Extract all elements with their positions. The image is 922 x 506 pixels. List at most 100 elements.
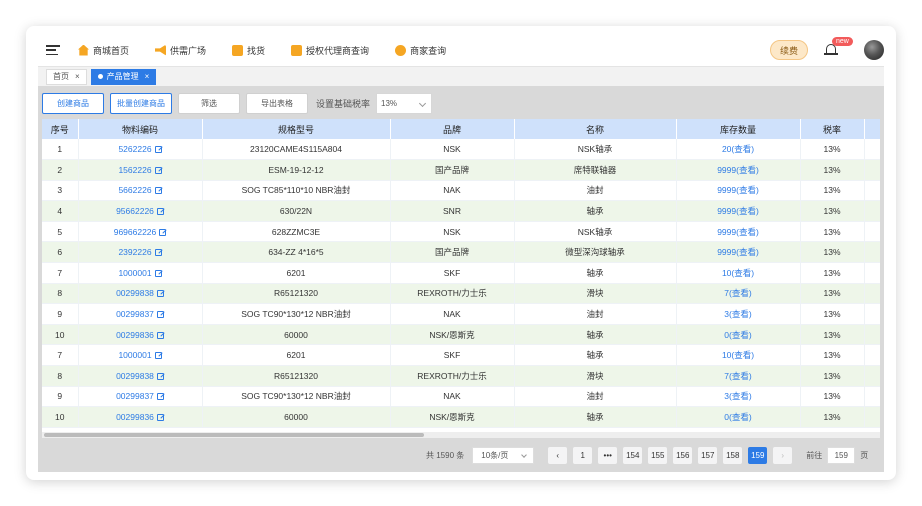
cell-spacer — [864, 221, 880, 243]
table-row[interactable]: 2 1562226 ESM-19-12-12 国产品牌 席特联轴器 9999(查看) 13% — [42, 159, 880, 181]
cell-material-code[interactable]: 1000001 — [78, 262, 203, 284]
edit-icon[interactable] — [156, 372, 164, 380]
cell-material-code[interactable]: 95662226 — [78, 200, 203, 222]
cell-stock[interactable]: 9999(查看) — [676, 241, 801, 264]
column-header[interactable]: 库存数量 — [676, 119, 801, 139]
cell-material-code[interactable]: 00299838 — [78, 283, 203, 305]
table-row[interactable]: 3 5662226 SOG TC85*110*10 NBR油封 NAK 油封 9999(查… — [42, 180, 880, 202]
cell-material-code[interactable]: 00299836 — [78, 324, 203, 346]
nav-item-find-goods[interactable]: 找货 — [232, 44, 265, 57]
edit-icon[interactable] — [154, 352, 162, 360]
tax-rate-select[interactable]: 13% — [376, 92, 433, 114]
cell-material-code[interactable]: 00299837 — [78, 303, 203, 325]
cell-stock[interactable]: 9999(查看) — [676, 221, 801, 243]
cell-stock[interactable]: 7(查看) — [676, 365, 801, 387]
table-row[interactable]: 9 00299837 SOG TC90*130*12 NBR油封 NAK 油封 3(查看)… — [42, 303, 880, 325]
close-icon[interactable]: × — [75, 72, 80, 81]
cell-stock[interactable]: 9999(查看) — [676, 200, 801, 222]
page-button-current[interactable]: 159 — [748, 446, 768, 464]
cell-stock[interactable]: 9999(查看) — [676, 159, 801, 181]
edit-icon[interactable] — [154, 249, 162, 257]
table-row[interactable]: 4 95662226 630/22N SNR 轴承 9999(查看) 13% — [42, 200, 880, 222]
cell-stock[interactable]: 10(查看) — [676, 344, 801, 367]
table-row[interactable]: 5 969662226 628ZZMC3E NSK NSK轴承 9999(查看) 13% — [42, 221, 880, 243]
cell-brand: 国产品牌 — [390, 159, 515, 181]
avatar[interactable] — [864, 40, 884, 60]
nav-item-mall-home[interactable]: 商城首页 — [78, 44, 129, 57]
tab-home[interactable]: 首页 × — [46, 68, 87, 85]
cell-stock[interactable]: 3(查看) — [676, 386, 801, 408]
cell-material-code[interactable]: 00299838 — [78, 365, 203, 387]
edit-icon[interactable] — [156, 393, 164, 401]
cell-name: 轴承 — [514, 344, 677, 367]
page-button[interactable]: 157 — [698, 446, 718, 464]
table-row[interactable]: 7 1000001 6201 SKF 轴承 10(查看) 13% — [42, 262, 880, 284]
cell-stock[interactable]: 0(查看) — [676, 406, 801, 428]
cell-material-code[interactable]: 969662226 — [78, 221, 203, 243]
renew-button[interactable]: 续费 — [770, 40, 808, 60]
cell-material-code[interactable]: 1562226 — [78, 159, 203, 181]
cell-tax-rate-text: 13% — [823, 391, 841, 402]
goto-page-input[interactable] — [827, 446, 856, 464]
export-button[interactable]: 导出表格 — [246, 92, 308, 114]
table-row[interactable]: 7 1000001 6201 SKF 轴承 10(查看) 13% — [42, 344, 880, 367]
page-button[interactable]: 156 — [673, 446, 693, 464]
column-header[interactable]: 名称 — [514, 119, 677, 139]
cell-material-code[interactable]: 2392226 — [78, 241, 203, 264]
page-button[interactable]: 1 — [573, 446, 593, 464]
page-ellipsis[interactable]: ••• — [598, 446, 618, 464]
edit-icon[interactable] — [154, 146, 162, 154]
cell-stock[interactable]: 7(查看) — [676, 283, 801, 305]
page-size-select[interactable]: 10条/页 — [472, 446, 535, 464]
cell-tax-rate: 13% — [800, 159, 865, 181]
menu-toggle-icon[interactable] — [46, 43, 60, 57]
next-page-button[interactable]: › — [773, 446, 793, 464]
cell-material-code[interactable]: 00299837 — [78, 386, 203, 408]
edit-icon[interactable] — [159, 228, 167, 236]
table-row[interactable]: 1 5262226 23120CAME4S115A804 NSK NSK轴承 20(查看)… — [42, 139, 880, 161]
page-button[interactable]: 155 — [648, 446, 668, 464]
filter-button[interactable]: 筛选 — [178, 92, 240, 114]
nav-item-agent-query[interactable]: 授权代理商查询 — [291, 44, 369, 57]
edit-icon[interactable] — [156, 331, 164, 339]
edit-icon[interactable] — [154, 269, 162, 277]
nav-item-merchant-query[interactable]: 商家查询 — [395, 44, 446, 57]
table-row[interactable]: 9 00299837 SOG TC90*130*12 NBR油封 NAK 油封 3(查看)… — [42, 386, 880, 408]
cell-stock[interactable]: 9999(查看) — [676, 180, 801, 202]
edit-icon[interactable] — [156, 311, 164, 319]
page-button[interactable]: 154 — [623, 446, 643, 464]
cell-material-code[interactable]: 5262226 — [78, 139, 203, 161]
cell-stock[interactable]: 20(查看) — [676, 139, 801, 161]
scrollbar-thumb[interactable] — [44, 433, 424, 437]
cell-stock[interactable]: 0(查看) — [676, 324, 801, 346]
column-header[interactable]: 规格型号 — [202, 119, 391, 139]
column-header[interactable]: 物料编码 — [78, 119, 203, 139]
edit-icon[interactable] — [156, 414, 164, 422]
cell-material-code[interactable]: 00299836 — [78, 406, 203, 428]
batch-create-product-button[interactable]: 批量创建商品 — [110, 92, 172, 114]
cell-material-code[interactable]: 5662226 — [78, 180, 203, 202]
bell-icon[interactable]: new — [824, 37, 853, 57]
column-header[interactable]: 序号 — [42, 119, 79, 139]
close-icon[interactable]: × — [145, 72, 150, 81]
table-row[interactable]: 6 2392226 634-ZZ 4*16*5 国产品牌 微型深沟球轴承 9999(查看)… — [42, 241, 880, 264]
create-product-button[interactable]: 创建商品 — [42, 92, 104, 114]
horizontal-scrollbar[interactable] — [42, 432, 880, 438]
cell-stock[interactable]: 10(查看) — [676, 262, 801, 284]
page-button[interactable]: 158 — [723, 446, 743, 464]
tab-product-management[interactable]: 产品管理 × — [90, 68, 157, 85]
edit-icon[interactable] — [156, 208, 164, 216]
table-row[interactable]: 8 00299838 R65121320 REXROTH/力士乐 滑块 7(查看) 13% — [42, 365, 880, 387]
table-row[interactable]: 10 00299836 60000 NSK/恩斯克 轴承 0(查看) 13% — [42, 324, 880, 346]
cell-stock[interactable]: 3(查看) — [676, 303, 801, 325]
column-header[interactable]: 品牌 — [390, 119, 515, 139]
table-row[interactable]: 8 00299838 R65121320 REXROTH/力士乐 滑块 7(查看) 13% — [42, 283, 880, 305]
edit-icon[interactable] — [154, 166, 162, 174]
edit-icon[interactable] — [154, 187, 162, 195]
cell-material-code[interactable]: 1000001 — [78, 344, 203, 367]
column-header[interactable]: 税率 — [800, 119, 865, 139]
edit-icon[interactable] — [156, 290, 164, 298]
table-row[interactable]: 10 00299836 60000 NSK/恩斯克 轴承 0(查看) 13% — [42, 406, 880, 428]
nav-item-supply-demand[interactable]: 供需广场 — [155, 44, 206, 57]
prev-page-button[interactable]: ‹ — [548, 446, 568, 464]
